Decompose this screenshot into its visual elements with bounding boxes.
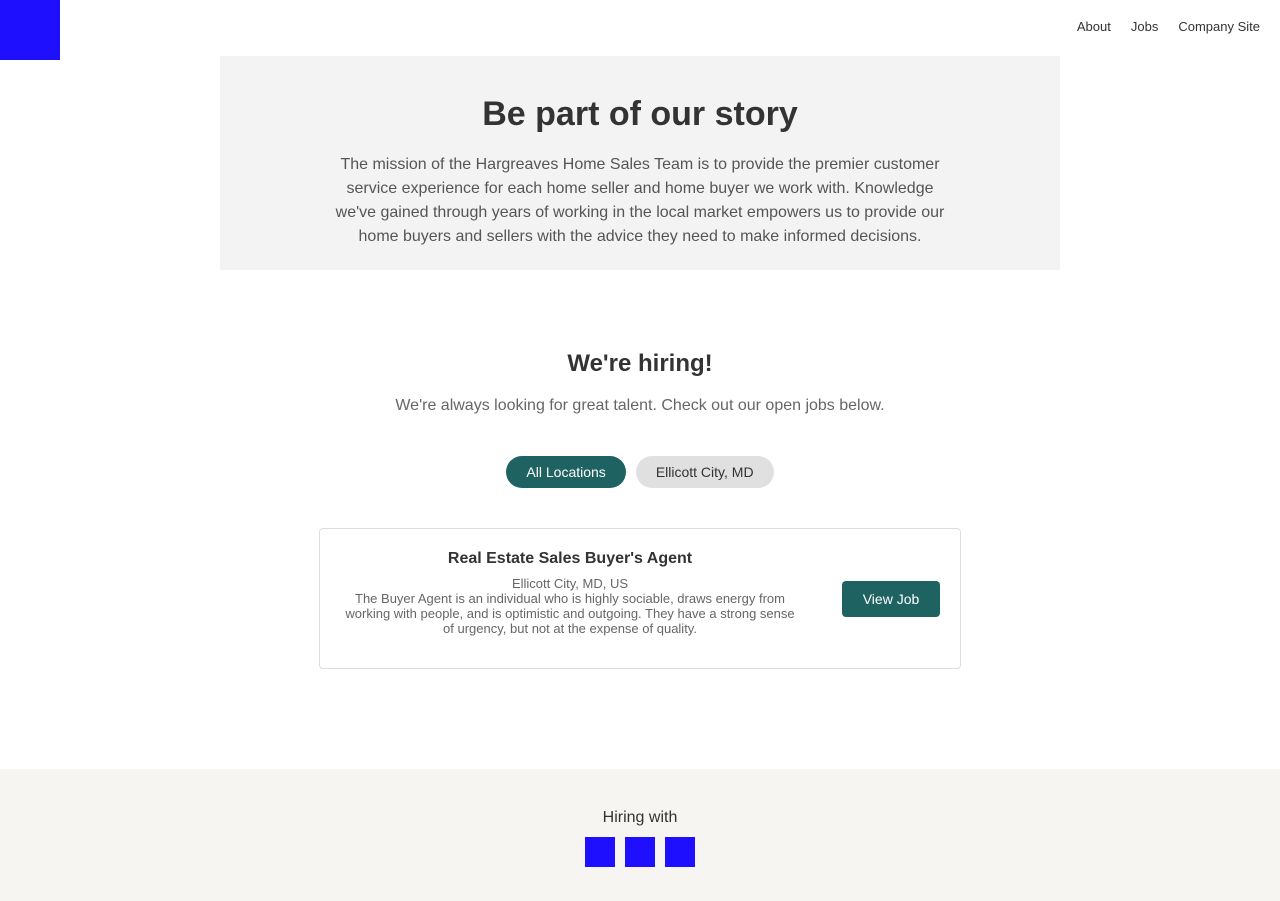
top-nav: About Jobs Company Site — [1077, 19, 1260, 34]
hero-description: The mission of the Hargreaves Home Sales… — [335, 156, 945, 245]
job-description: The Buyer Agent is an individual who is … — [345, 591, 795, 636]
job-location: Ellicott City, MD, US — [511, 576, 629, 591]
footer-icons — [0, 837, 1280, 867]
filter-ellicott-city[interactable]: Ellicott City, MD — [635, 456, 774, 488]
hiring-title: We're hiring! — [567, 350, 713, 377]
social-icon[interactable] — [665, 837, 695, 867]
hero-section: Be part of our story The mission of the … — [220, 56, 1060, 270]
job-card: Real Estate Sales Buyer's Agent Ellicott… — [319, 528, 961, 669]
footer: Hiring with — [0, 769, 1280, 901]
location-filters: All Locations Ellicott City, MD — [0, 456, 1280, 488]
hiring-subtitle: We're always looking for great talent. C… — [395, 397, 885, 414]
view-job-button[interactable]: View Job — [842, 581, 940, 617]
social-icon[interactable] — [625, 837, 655, 867]
job-info: Real Estate Sales Buyer's Agent Ellicott… — [340, 549, 800, 636]
nav-about-link[interactable]: About — [1077, 19, 1111, 34]
job-title[interactable]: Real Estate Sales Buyer's Agent — [340, 549, 800, 569]
hero-title: Be part of our story — [482, 95, 798, 133]
filter-all-locations[interactable]: All Locations — [506, 456, 626, 488]
company-logo-icon[interactable] — [0, 0, 60, 60]
social-icon[interactable] — [585, 837, 615, 867]
nav-company-site-link[interactable]: Company Site — [1178, 19, 1260, 34]
nav-jobs-link[interactable]: Jobs — [1131, 19, 1158, 34]
footer-hiring-with-label: Hiring with — [602, 809, 678, 826]
